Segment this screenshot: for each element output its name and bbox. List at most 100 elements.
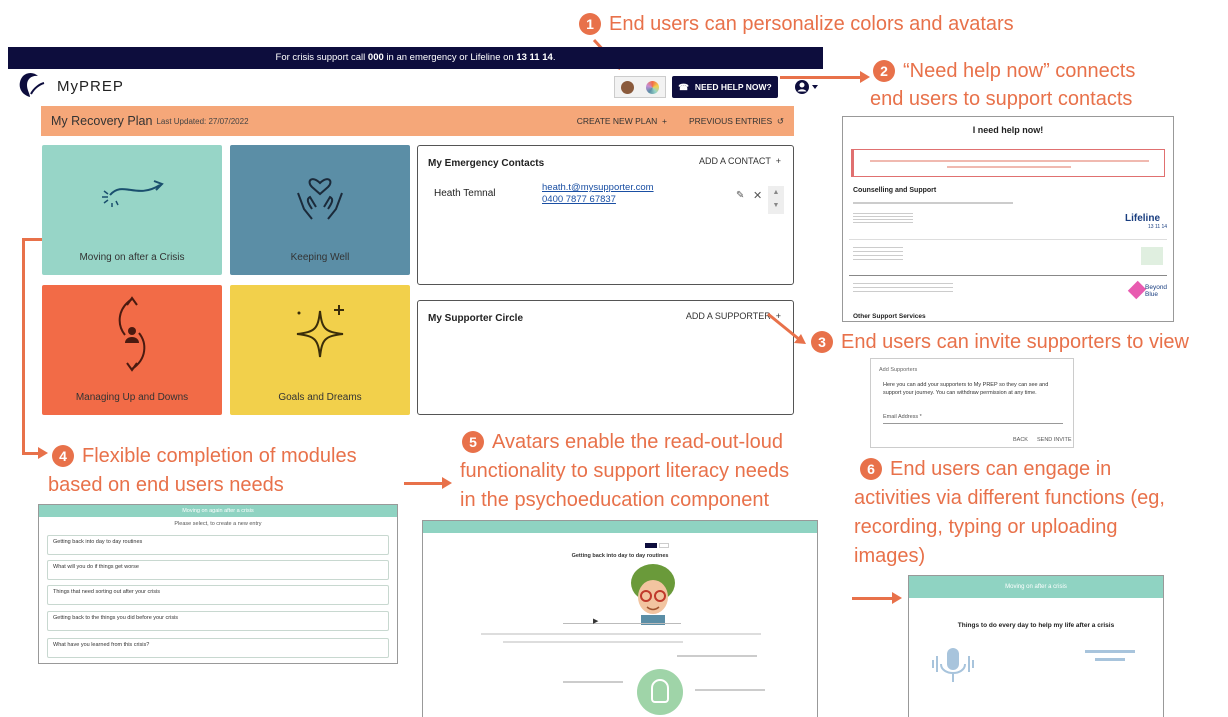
- panel-title: My Supporter Circle: [428, 313, 524, 324]
- panel-title: My Emergency Contacts: [428, 158, 545, 169]
- callout-5-arrow: [404, 477, 452, 489]
- support-text: [853, 213, 913, 223]
- typing-icon[interactable]: [1085, 650, 1113, 653]
- callout-number: 6: [860, 458, 882, 480]
- toggle-icon[interactable]: [659, 543, 669, 548]
- contact-scrollbar[interactable]: ▲ ▼: [768, 186, 784, 214]
- dialog-title: Add Supporters: [879, 367, 918, 373]
- help-now-screenshot: I need help now! Counselling and Support…: [842, 116, 1174, 322]
- account-menu-icon[interactable]: [792, 78, 822, 96]
- module-tile-managing[interactable]: Managing Up and Downs: [42, 285, 222, 415]
- module-row[interactable]: Getting back into day to day routines: [47, 535, 389, 555]
- row-title: What have you learned from this crisis?: [53, 642, 150, 648]
- module-row[interactable]: Getting back to the things you did befor…: [47, 611, 389, 631]
- callout-4-line2: based on end users needs: [48, 474, 284, 496]
- create-new-plan-link[interactable]: CREATE NEW PLAN +: [577, 116, 667, 127]
- supporter-circle-panel: My Supporter Circle ADD A SUPPORTER +: [417, 300, 794, 415]
- plan-title: My Recovery Plan: [51, 114, 153, 128]
- activity-label: [563, 681, 623, 683]
- tile-label: Goals and Dreams: [278, 392, 362, 403]
- personalize-controls: [614, 76, 666, 98]
- callout-text: End users can engage in: [890, 458, 1112, 480]
- avatar-screenshot: Getting back into day to day routines ▶: [422, 520, 818, 717]
- path-arrow-icon: [102, 180, 164, 207]
- row-title: Getting back into day to day routines: [53, 539, 143, 545]
- module-tile-keeping-well[interactable]: Keeping Well: [230, 145, 410, 275]
- email-field[interactable]: [883, 423, 1063, 424]
- previous-entries-label: PREVIOUS ENTRIES: [689, 115, 773, 126]
- contact-email-link[interactable]: heath.t@mysupporter.com: [542, 182, 654, 193]
- counselling-heading: Counselling and Support: [853, 187, 937, 194]
- callout-3: 3 End users can invite supporters to view: [811, 330, 1189, 354]
- callout-4-bracket: [22, 238, 42, 241]
- tile-label: Managing Up and Downs: [75, 392, 189, 403]
- callout-6-line4: images): [854, 545, 926, 567]
- person-icon: [651, 679, 669, 703]
- module-row[interactable]: Things that need sorting out after your …: [47, 585, 389, 605]
- callout-6-line3: recording, typing or uploading: [854, 516, 1118, 538]
- scroll-up-icon[interactable]: ▲: [768, 186, 784, 199]
- body-text: [503, 641, 683, 643]
- add-contact-button[interactable]: ADD A CONTACT +: [699, 156, 781, 166]
- callout-2-line2: end users to support contacts: [870, 88, 1133, 110]
- callout-1: 1 End users can personalize colors and av…: [579, 12, 1014, 36]
- tile-label: Moving on after a Crisis: [79, 252, 185, 263]
- service-logo: [1141, 247, 1163, 265]
- module-row[interactable]: What have you learned from this crisis?: [47, 638, 389, 658]
- row-title: What will you do if things get worse: [53, 564, 139, 570]
- activity-screenshot: Moving on after a crisis Things to do ev…: [908, 575, 1164, 717]
- back-button[interactable]: BACK: [1013, 437, 1028, 444]
- color-picker-icon[interactable]: [646, 80, 659, 94]
- callout-number: 4: [52, 445, 74, 467]
- crisis-text: .: [552, 52, 556, 63]
- send-invite-button[interactable]: SEND INVITE: [1037, 437, 1072, 444]
- previous-entries-link[interactable]: PREVIOUS ENTRIES ↺: [689, 116, 784, 127]
- typing-icon[interactable]: [1113, 650, 1135, 653]
- emergency-contacts-panel: My Emergency Contacts ADD A CONTACT + He…: [417, 145, 794, 285]
- typing-icon[interactable]: [1095, 658, 1125, 661]
- audio-progress[interactable]: [563, 623, 681, 624]
- toggle-icon[interactable]: [645, 543, 657, 548]
- callout-4: 4 Flexible completion of modules: [52, 444, 357, 468]
- module-tile-goals[interactable]: Goals and Dreams: [230, 285, 410, 415]
- callout-number: 2: [873, 60, 895, 82]
- tile-label: Keeping Well: [290, 252, 350, 263]
- need-help-now-button[interactable]: ☎ NEED HELP NOW?: [672, 76, 778, 98]
- crisis-number: 000: [367, 52, 384, 63]
- callout-2-arrow: [780, 71, 870, 83]
- activity-label: [677, 655, 757, 657]
- play-icon[interactable]: ▶: [593, 617, 598, 625]
- dialog-body: Here you can add your supporters to My P…: [883, 382, 1049, 396]
- need-help-label: NEED HELP NOW?: [694, 82, 772, 92]
- contact-name: Heath Temnal: [434, 188, 496, 199]
- other-services-heading: Other Support Services: [853, 313, 926, 320]
- add-supporter-label: ADD A SUPPORTER: [685, 311, 771, 321]
- row-title: Things that need sorting out after your …: [53, 589, 160, 595]
- thumb-header: Moving on again after a crisis: [39, 505, 397, 517]
- module-tile-moving-on[interactable]: Moving on after a Crisis: [42, 145, 222, 275]
- callout-number: 5: [462, 431, 484, 453]
- avatar-picker-icon[interactable]: [621, 80, 634, 94]
- callout-6-line2: activities via different functions (eg,: [854, 487, 1165, 509]
- beyond-blue-name: Beyond Blue: [1145, 284, 1168, 298]
- edit-icon[interactable]: ✎: [736, 190, 744, 201]
- divider: [849, 239, 1167, 240]
- delete-icon[interactable]: ✕: [753, 189, 762, 202]
- scroll-down-icon[interactable]: ▼: [768, 199, 784, 212]
- module-row[interactable]: What will you do if things get worse: [47, 560, 389, 580]
- thumb-header: Moving on after a crisis: [909, 576, 1163, 598]
- hands-heart-icon: [297, 178, 343, 220]
- contact-phone-link[interactable]: 0400 7877 67837: [542, 194, 616, 205]
- lifeline-number: 13 11 14: [516, 52, 553, 63]
- callout-5-line2: functionality to support literacy needs: [460, 460, 790, 482]
- callout-number: 1: [579, 13, 601, 35]
- microphone-icon[interactable]: [929, 644, 975, 690]
- create-plan-label: CREATE NEW PLAN: [576, 115, 658, 126]
- ups-downs-icon: [118, 296, 146, 372]
- avatar-icon: [631, 564, 675, 625]
- help-title: I need help now!: [972, 125, 1044, 135]
- callout-4-arrow: [22, 447, 48, 459]
- body-text: [481, 633, 761, 635]
- crisis-banner: For crisis support call 000 in an emerge…: [8, 47, 823, 69]
- thumb-header: [423, 521, 817, 533]
